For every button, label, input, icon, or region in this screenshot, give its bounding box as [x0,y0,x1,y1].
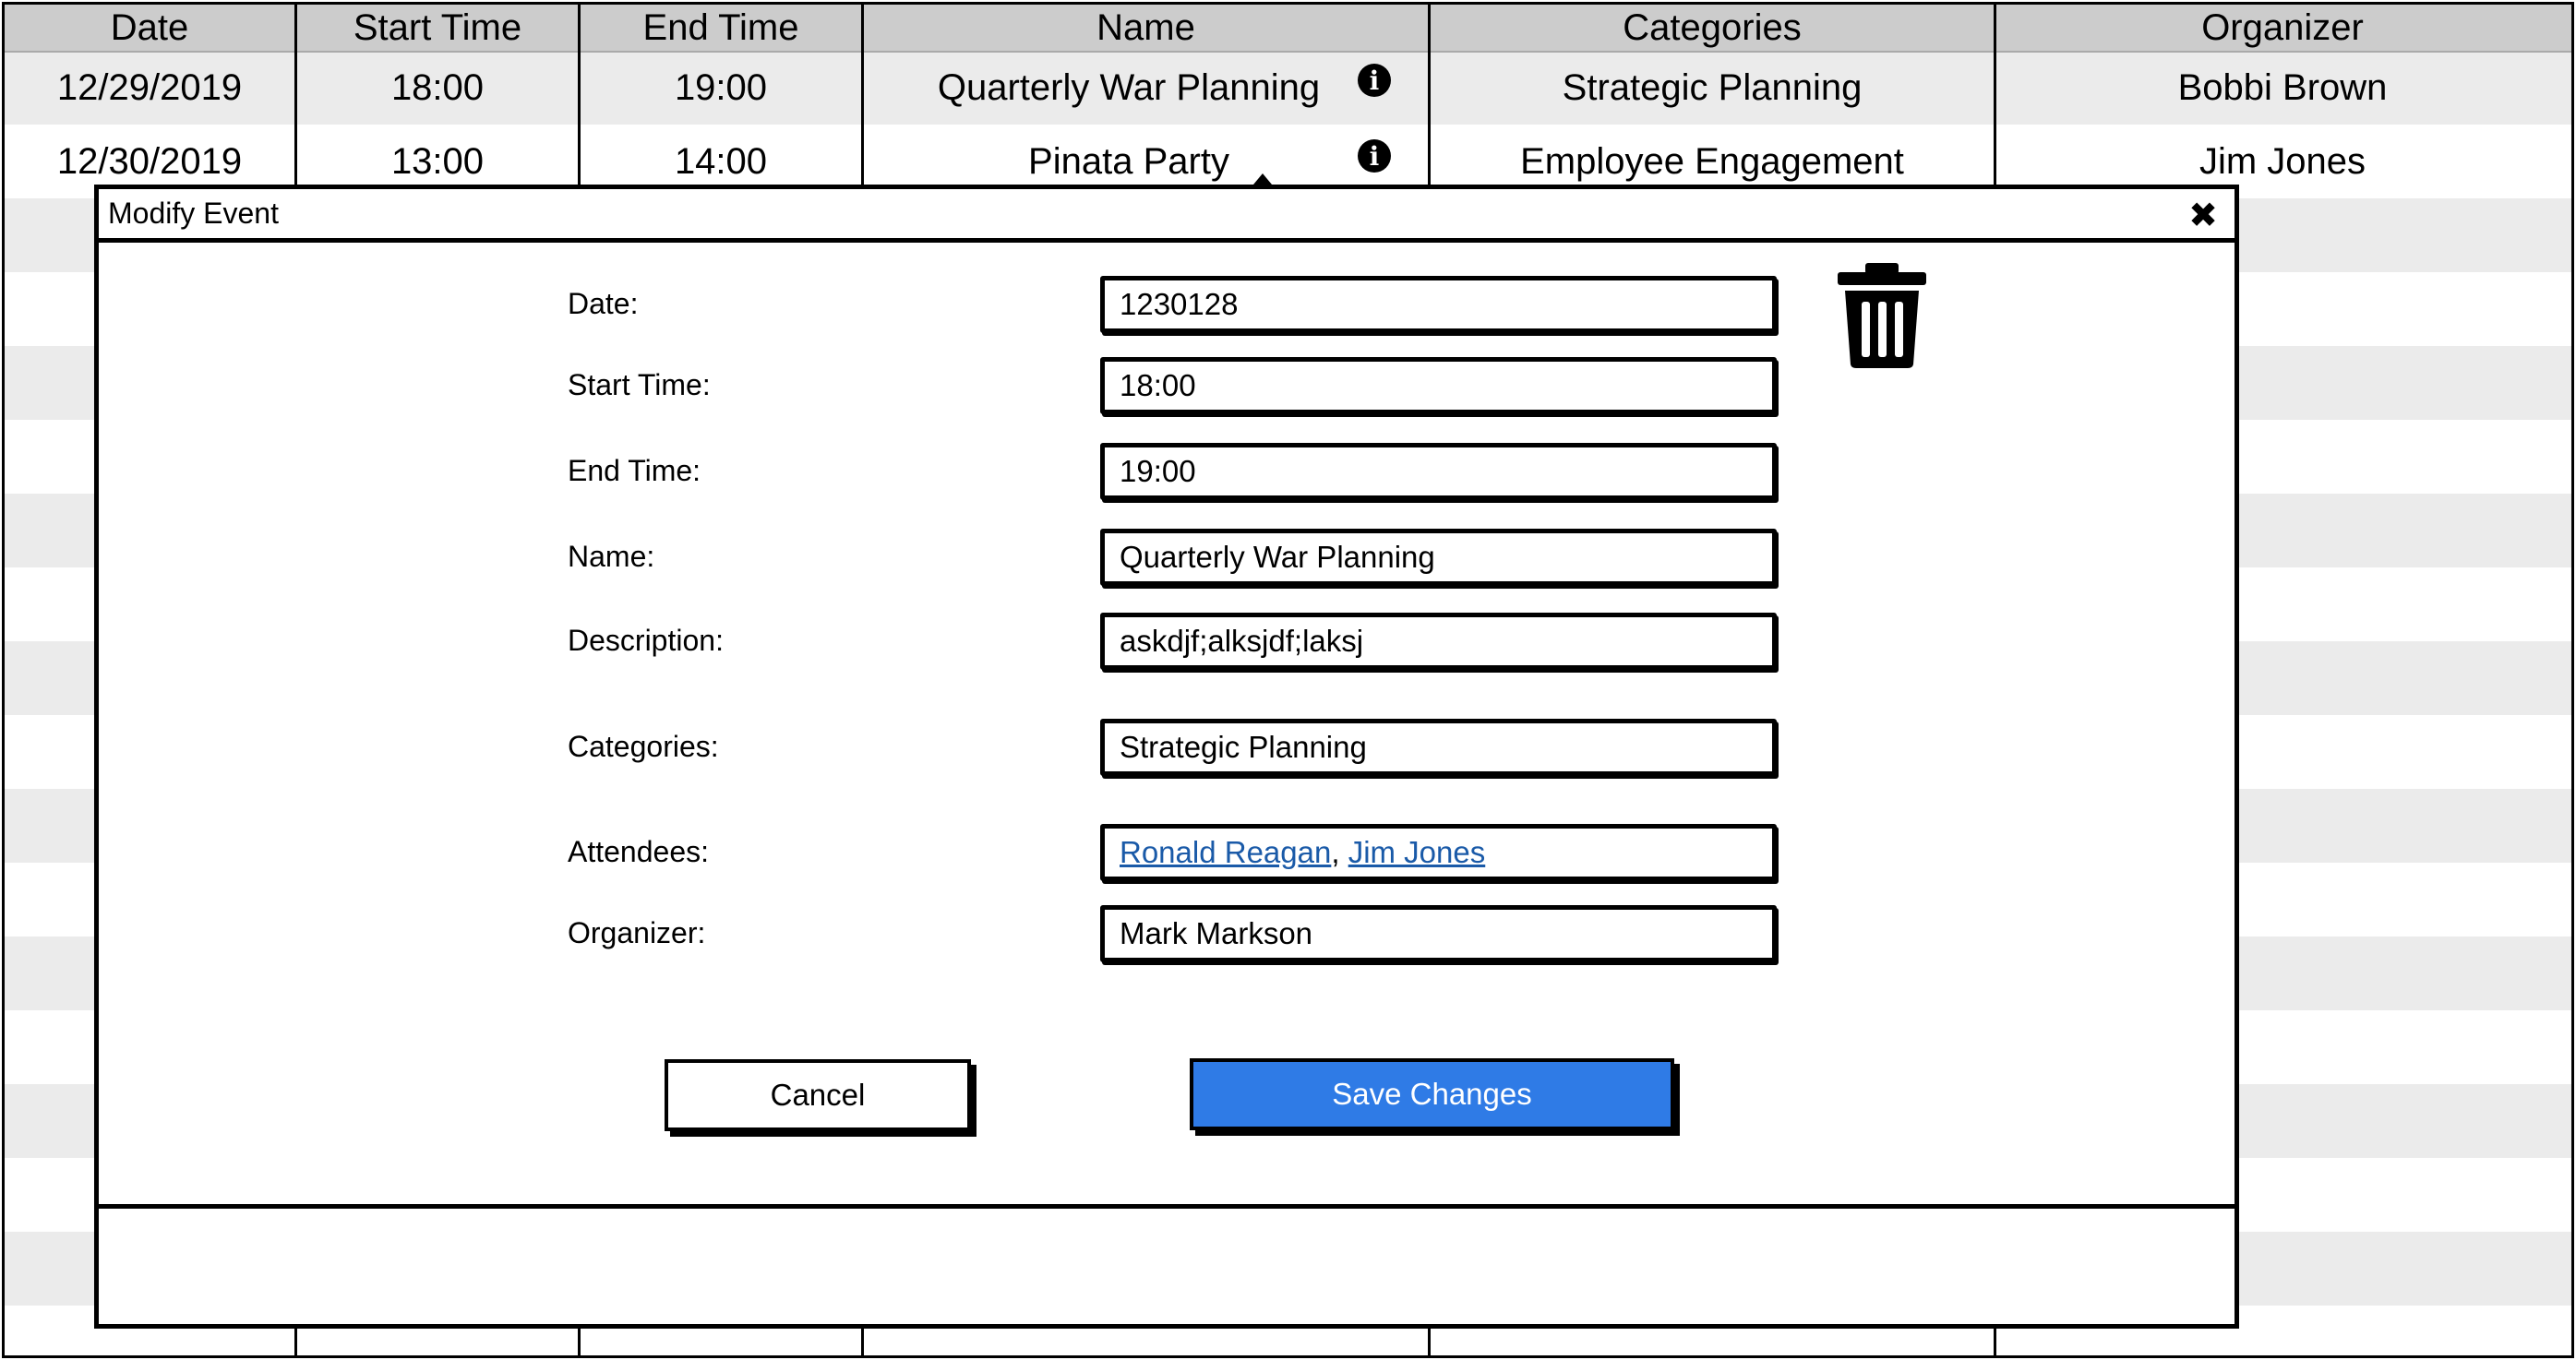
modify-event-dialog: Modify Event ✖ Date: 1230128 Start Time:… [94,185,2239,1329]
date-field[interactable]: 1230128 [1100,276,1777,333]
cell-end-time: 19:00 [674,66,768,108]
attendee-separator: , [1331,835,1348,869]
modal-pointer [1253,173,1272,185]
attendee-link[interactable]: Ronald Reagan [1120,835,1331,870]
name-label: Name: [568,540,655,573]
header-organizer[interactable]: Organizer [1996,5,2569,51]
info-icon[interactable]: i [1358,139,1391,173]
name-field[interactable]: Quarterly War Planning [1100,529,1777,586]
date-label: Date: [568,287,639,320]
cell-organizer: Bobbi Brown [2177,66,2388,108]
info-icon[interactable]: i [1358,64,1391,97]
attendees-label: Attendees: [568,835,709,868]
start-time-label: Start Time: [568,368,711,401]
cell-start-time: 18:00 [390,66,485,108]
header-start-time[interactable]: Start Time [297,5,578,51]
organizer-label: Organizer: [568,916,706,949]
cell-name: Quarterly War Planning [937,66,1321,108]
header-name[interactable]: Name [864,5,1428,51]
cell-categories: Strategic Planning [1562,66,1863,108]
categories-label: Categories: [568,730,719,763]
trash-icon[interactable] [1834,263,1930,368]
cancel-button[interactable]: Cancel [665,1059,971,1131]
close-icon[interactable]: ✖ [2188,195,2218,235]
save-changes-button[interactable]: Save Changes [1190,1058,1674,1130]
organizer-field[interactable]: Mark Markson [1100,905,1777,962]
attendee-link[interactable]: Jim Jones [1348,835,1486,870]
end-time-label: End Time: [568,454,701,487]
header-categories[interactable]: Categories [1431,5,1994,51]
description-label: Description: [568,624,724,657]
description-field[interactable]: askdjf;alksjdf;laksj [1100,613,1777,670]
header-end-time[interactable]: End Time [581,5,861,51]
attendees-field[interactable]: Ronald Reagan, Jim Jones [1100,824,1777,881]
categories-field[interactable]: Strategic Planning [1100,719,1777,776]
end-time-field[interactable]: 19:00 [1100,443,1777,500]
cell-date: 12/29/2019 [56,66,243,108]
start-time-field[interactable]: 18:00 [1100,357,1777,414]
dialog-footer [99,1204,2235,1324]
header-date[interactable]: Date [5,5,294,51]
dialog-title: Modify Event [108,197,279,230]
dialog-titlebar: Modify Event ✖ [99,189,2235,243]
